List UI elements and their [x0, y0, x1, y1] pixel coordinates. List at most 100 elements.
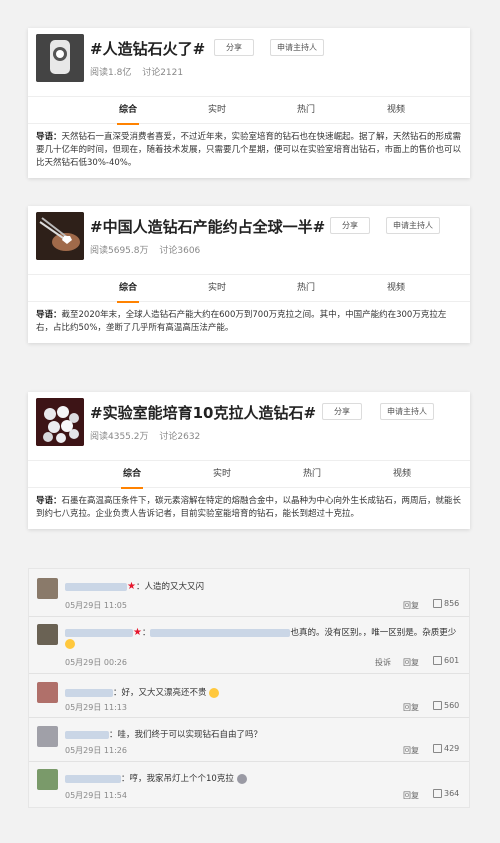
comment-list: ★：人造的又大又闪 05月29日 11:05 回复 856 ★： 也真的。没有区别…: [28, 568, 470, 808]
tab-hot[interactable]: 热门: [290, 461, 334, 489]
comment-body: ：哼，我家吊灯上个个10克拉: [65, 772, 247, 784]
topic-card-1: #人造钻石火了# 分享 申请主持人 阅读1.8亿 讨论2121 综合 实时 热门…: [28, 28, 470, 178]
topic-card-3: #实验室能培育10克拉人造钻石# 分享 申请主持人 阅读4355.2万 讨论26…: [28, 392, 470, 529]
like-count: 364: [444, 789, 460, 798]
reply-button[interactable]: 回复: [403, 702, 419, 713]
like-button[interactable]: 601: [433, 656, 459, 665]
read-count: 阅读5695.8万: [90, 246, 149, 256]
avatar[interactable]: [37, 578, 58, 599]
comment-item: ★：人造的又大又闪 05月29日 11:05 回复 856: [29, 569, 469, 617]
report-button[interactable]: 投诉: [375, 657, 391, 668]
tab-all[interactable]: 综合: [106, 275, 150, 303]
comment-time: 05月29日 00:26: [65, 658, 127, 667]
reply-button[interactable]: 回复: [403, 790, 419, 801]
topic-stats: 阅读1.8亿 讨论2121: [90, 65, 191, 78]
tab-realtime[interactable]: 实时: [195, 97, 239, 125]
share-button[interactable]: 分享: [322, 403, 362, 420]
thumbs-up-icon: [433, 599, 442, 608]
tab-video[interactable]: 视频: [380, 461, 424, 489]
comment-time: 05月29日 11:05: [65, 601, 127, 610]
like-count: 429: [444, 744, 460, 753]
topic-stats: 阅读5695.8万 讨论3606: [90, 243, 208, 256]
comment-item: ★： 也真的。没有区别。，唯一区别是。杂质更少 05月29日 00:26 投诉 回…: [29, 617, 469, 674]
thumbs-up-icon: [433, 656, 442, 665]
topic-guide: 导语：天然钻石一直深受消费者喜爱，不过近年来，实验室培育的钻石也在快速崛起。据了…: [28, 124, 470, 178]
topic-title[interactable]: #中国人造钻石产能约占全球一半#: [90, 216, 325, 237]
discuss-count: 讨论2121: [142, 68, 184, 78]
topic-guide: 导语：石墨在高温高压条件下，碳元素溶解在特定的熔融合金中，以晶种为中心向外生长成…: [28, 488, 470, 529]
apply-host-button[interactable]: 申请主持人: [270, 39, 324, 56]
comment-item: ：好，又大又漂亮还不贵 05月29日 11:13 回复 560: [29, 674, 469, 718]
comment-body: ：好，又大又漂亮还不贵: [65, 686, 220, 698]
comment-time: 05月29日 11:54: [65, 791, 127, 800]
reply-button[interactable]: 回复: [403, 657, 419, 668]
topic-guide: 导语：截至2020年末，全球人造钻石产能大约在600万到700万克拉之间。其中，…: [28, 302, 470, 343]
comment-item: ：哼，我家吊灯上个个10克拉 05月29日 11:54 回复 364: [29, 762, 469, 807]
reply-button[interactable]: 回复: [403, 600, 419, 611]
comment-body: ★：人造的又大又闪: [65, 580, 204, 592]
diamond-tweezers-image-icon: [36, 212, 84, 260]
topic-tabs: 综合 实时 热门 视频: [28, 96, 470, 125]
share-button[interactable]: 分享: [214, 39, 254, 56]
tab-video[interactable]: 视频: [374, 275, 418, 303]
topic-tabs: 综合 实时 热门 视频: [28, 460, 470, 489]
read-count: 阅读4355.2万: [90, 432, 149, 442]
comment-text: ：好，又大又漂亮还不贵: [113, 688, 207, 698]
discuss-count: 讨论3606: [159, 246, 201, 256]
avatar[interactable]: [37, 624, 58, 645]
guide-text: 石墨在高温高压条件下，碳元素溶解在特定的熔融合金中，以晶种为中心向外生长成钻石，…: [36, 496, 462, 519]
tab-video[interactable]: 视频: [374, 97, 418, 125]
like-count: 856: [444, 599, 460, 608]
share-button[interactable]: 分享: [330, 217, 370, 234]
like-count: 601: [444, 656, 460, 665]
like-button[interactable]: 429: [433, 744, 459, 753]
like-count: 560: [444, 701, 460, 710]
cry-emoji-icon: [236, 773, 247, 784]
thumbs-up-icon: [433, 744, 442, 753]
reply-button[interactable]: 回复: [403, 745, 419, 756]
topic-title[interactable]: #人造钻石火了#: [90, 38, 205, 59]
read-count: 阅读1.8亿: [90, 68, 132, 78]
topic-thumbnail[interactable]: [36, 212, 84, 260]
diamonds-image-icon: [36, 398, 84, 446]
comment-text: ：哇，我们终于可以实现钻石自由了吗？: [109, 730, 263, 740]
tab-hot[interactable]: 热门: [284, 97, 328, 125]
comment-body: ：哇，我们终于可以实现钻石自由了吗？: [65, 728, 262, 740]
laugh-emoji-icon: [65, 639, 75, 649]
apply-host-button[interactable]: 申请主持人: [380, 403, 434, 420]
topic-stats: 阅读4355.2万 讨论2632: [90, 429, 208, 442]
comment-text: ：哼，我家吊灯上个个10克拉: [121, 774, 234, 784]
username-blurred[interactable]: [65, 582, 127, 591]
apply-host-button[interactable]: 申请主持人: [386, 217, 440, 234]
tab-all[interactable]: 综合: [106, 97, 150, 125]
avatar[interactable]: [37, 682, 58, 703]
tab-all[interactable]: 综合: [110, 461, 154, 489]
topic-tabs: 综合 实时 热门 视频: [28, 274, 470, 303]
topic-thumbnail[interactable]: [36, 398, 84, 446]
tab-hot[interactable]: 热门: [284, 275, 328, 303]
guide-label: 导语：: [36, 132, 62, 142]
topic-thumbnail[interactable]: [36, 34, 84, 82]
avatar[interactable]: [37, 726, 58, 747]
tab-realtime[interactable]: 实时: [200, 461, 244, 489]
comment-text: 也真的。没有区别。，唯一区别是。杂质更少: [290, 628, 457, 638]
comment-time: 05月29日 11:13: [65, 703, 127, 712]
username-blurred[interactable]: [65, 774, 121, 783]
smile-emoji-icon: [209, 687, 220, 698]
topic-title[interactable]: #实验室能培育10克拉人造钻石#: [90, 402, 316, 423]
comment-emoji-line: [65, 639, 75, 650]
tab-realtime[interactable]: 实时: [195, 275, 239, 303]
comment-time: 05月29日 11:26: [65, 746, 127, 755]
username-blurred[interactable]: [65, 730, 109, 739]
username-blurred[interactable]: [65, 688, 113, 697]
like-button[interactable]: 856: [433, 599, 459, 608]
comment-item: ：哇，我们终于可以实现钻石自由了吗？ 05月29日 11:26 回复 429: [29, 718, 469, 762]
vip-star-icon: ★: [127, 581, 136, 592]
username-blurred[interactable]: [65, 628, 133, 637]
vip-star-icon: ★: [133, 627, 142, 638]
avatar[interactable]: [37, 769, 58, 790]
topic-card-2: #中国人造钻石产能约占全球一半# 分享 申请主持人 阅读5695.8万 讨论36…: [28, 206, 470, 343]
like-button[interactable]: 560: [433, 701, 459, 710]
like-button[interactable]: 364: [433, 789, 459, 798]
discuss-count: 讨论2632: [159, 432, 201, 442]
